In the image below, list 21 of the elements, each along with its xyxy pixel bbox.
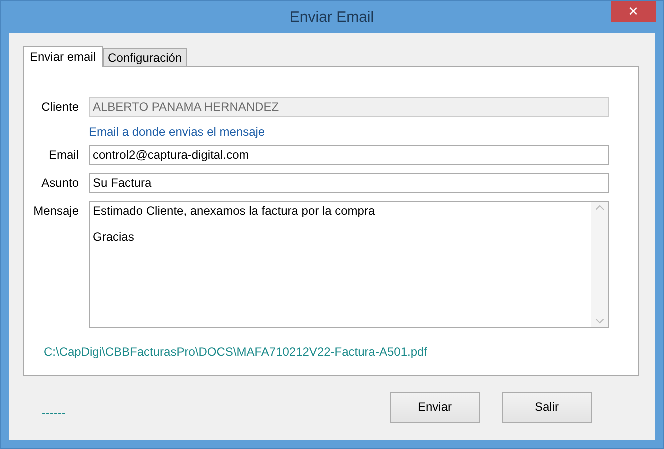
close-button[interactable]: ✕ bbox=[611, 1, 656, 22]
field-label: Cliente bbox=[40, 99, 79, 116]
dialog-button[interactable]: Enviar bbox=[390, 392, 480, 422]
attachment-path: C:\CapDigi\CBBFacturasPro\DOCS\MAFA710212V22-Factura-A501.pdf bbox=[44, 345, 429, 359]
message-field[interactable]: Estimado Cliente, anexamos la factura por la compra Gracias bbox=[89, 201, 609, 328]
tab[interactable]: Enviar email bbox=[23, 46, 104, 67]
field-label: Asunto bbox=[40, 175, 79, 192]
status-text: ------ bbox=[42, 406, 67, 420]
dialog-button[interactable]: Salir bbox=[502, 392, 592, 422]
subject-field[interactable]: Su Factura bbox=[89, 173, 609, 193]
field-label: Mensaje bbox=[32, 203, 79, 220]
scroll-up-icon[interactable] bbox=[596, 205, 604, 210]
message-paragraph: Gracias bbox=[93, 231, 136, 244]
email-field[interactable]: control2@captura-digital.com bbox=[89, 145, 609, 165]
field-label: Email bbox=[48, 147, 79, 164]
scrollbar[interactable] bbox=[591, 202, 608, 327]
hint-text: Email a donde envias el mensaje bbox=[89, 125, 266, 139]
scroll-down-icon[interactable] bbox=[596, 319, 604, 324]
message-paragraph: Estimado Cliente, anexamos la factura por la compra bbox=[93, 205, 376, 218]
window-title: Enviar Email bbox=[290, 8, 374, 26]
tab[interactable]: Configuración bbox=[103, 48, 188, 66]
